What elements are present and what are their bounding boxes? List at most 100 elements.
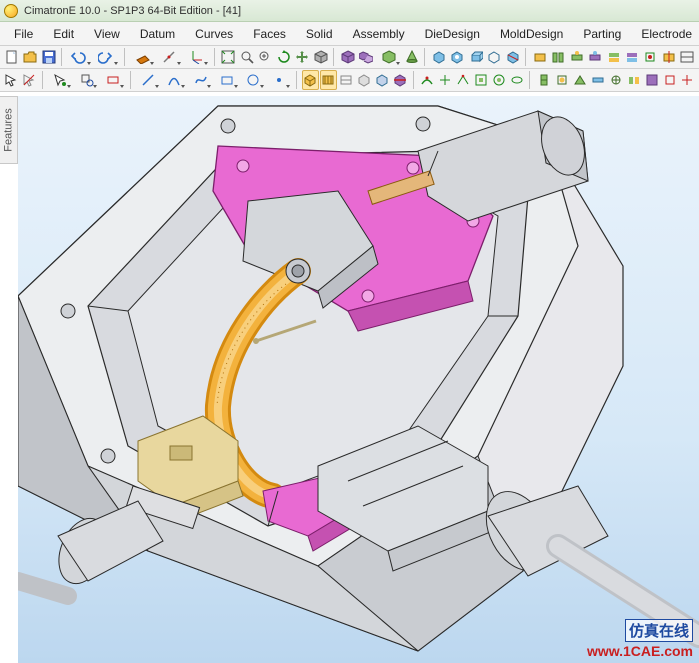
cube-solid-button[interactable]: [339, 47, 356, 67]
separator-icon: [130, 71, 132, 89]
box3-icon[interactable]: [467, 47, 484, 67]
elec-5-icon[interactable]: [607, 70, 624, 90]
menu-datum[interactable]: Datum: [130, 25, 185, 43]
new-file-button[interactable]: [3, 47, 20, 67]
features-panel-label: Features: [3, 108, 15, 151]
elec-8-icon[interactable]: [661, 70, 678, 90]
sketch-line-button[interactable]: [135, 70, 160, 90]
menu-solid[interactable]: Solid: [296, 25, 343, 43]
titlebar: CimatronE 10.0 - SP1P3 64-Bit Edition - …: [0, 0, 699, 22]
filter-1-button[interactable]: [48, 70, 73, 90]
separator-icon: [529, 71, 531, 89]
undo-button[interactable]: [67, 47, 93, 67]
display-trans-button[interactable]: [374, 70, 391, 90]
elec-4-icon[interactable]: [589, 70, 606, 90]
box4-icon[interactable]: [486, 47, 503, 67]
mold-7-icon[interactable]: [642, 47, 659, 67]
separator-icon: [424, 48, 426, 66]
mold-5-icon[interactable]: [605, 47, 622, 67]
mold-4-icon[interactable]: [587, 47, 604, 67]
menu-view[interactable]: View: [84, 25, 130, 43]
elec-3-icon[interactable]: [571, 70, 588, 90]
tool-a6-icon[interactable]: [508, 70, 525, 90]
elec-6-icon[interactable]: [625, 70, 642, 90]
pan-view-button[interactable]: [293, 47, 310, 67]
box2-icon[interactable]: [449, 47, 466, 67]
sketch-point-button[interactable]: [267, 70, 292, 90]
separator-icon: [525, 48, 527, 66]
mold-9-icon[interactable]: [679, 47, 696, 67]
filter-2-button[interactable]: [74, 70, 99, 90]
plane-button[interactable]: [130, 47, 156, 67]
display-wire-button[interactable]: [338, 70, 355, 90]
window-title: CimatronE 10.0 - SP1P3 64-Bit Edition - …: [24, 5, 241, 17]
elec-2-icon[interactable]: [553, 70, 570, 90]
zoom-extents-button[interactable]: [220, 47, 237, 67]
menu-molddesign[interactable]: MoldDesign: [490, 25, 573, 43]
cube-assembly-button[interactable]: [358, 47, 375, 67]
sketch-arc-button[interactable]: [162, 70, 187, 90]
box5-icon[interactable]: [504, 47, 521, 67]
sketch-spline-button[interactable]: [188, 70, 213, 90]
cursor-deselect-button[interactable]: [21, 70, 38, 90]
display-section-button[interactable]: [392, 70, 409, 90]
menubar: File Edit View Datum Curves Faces Solid …: [0, 22, 699, 46]
tool-a1-icon[interactable]: [419, 70, 436, 90]
menu-assembly[interactable]: Assembly: [343, 25, 415, 43]
box1-icon[interactable]: [430, 47, 447, 67]
features-panel-tab[interactable]: Features: [0, 96, 18, 164]
cube-part-button[interactable]: [376, 47, 402, 67]
menu-parting[interactable]: Parting: [573, 25, 631, 43]
mold-3-icon[interactable]: [568, 47, 585, 67]
display-shaded-button[interactable]: [302, 70, 319, 90]
model-viewport[interactable]: 仿真在线 www.1CAE.com: [18, 96, 699, 663]
mold-8-icon[interactable]: [660, 47, 677, 67]
toolbar-row-1: [0, 46, 699, 69]
mold-1-icon[interactable]: [531, 47, 548, 67]
ucs-button[interactable]: [184, 47, 210, 67]
filter-3-button[interactable]: [100, 70, 125, 90]
mold-2-icon[interactable]: [550, 47, 567, 67]
tool-a5-icon[interactable]: [490, 70, 507, 90]
view-cube-button[interactable]: [312, 47, 329, 67]
axis-button[interactable]: [157, 47, 183, 67]
separator-icon: [61, 48, 63, 66]
separator-icon: [214, 48, 216, 66]
zoom-window-button[interactable]: [238, 47, 255, 67]
menu-faces[interactable]: Faces: [243, 25, 296, 43]
cone-icon[interactable]: [403, 47, 420, 67]
separator-icon: [42, 71, 44, 89]
separator-icon: [413, 71, 415, 89]
app-icon: [4, 4, 18, 18]
rotate-view-button[interactable]: [275, 47, 292, 67]
watermark-text-1: 仿真在线: [625, 619, 693, 642]
sketch-rect-button[interactable]: [214, 70, 239, 90]
menu-curves[interactable]: Curves: [185, 25, 243, 43]
watermark: 仿真在线 www.1CAE.com: [587, 619, 693, 659]
open-file-button[interactable]: [21, 47, 38, 67]
menu-edit[interactable]: Edit: [43, 25, 84, 43]
save-button[interactable]: [40, 47, 57, 67]
tool-a3-icon[interactable]: [455, 70, 472, 90]
menu-electrode[interactable]: Electrode: [631, 25, 699, 43]
menu-file[interactable]: File: [4, 25, 43, 43]
cursor-select-button[interactable]: [3, 70, 20, 90]
mold-6-icon[interactable]: [623, 47, 640, 67]
tool-a2-icon[interactable]: [437, 70, 454, 90]
display-hidden-button[interactable]: [356, 70, 373, 90]
separator-icon: [124, 48, 126, 66]
zoom-in-out-button[interactable]: [257, 47, 274, 67]
toolbar-row-2: [0, 69, 699, 92]
watermark-text-2: www.1CAE.com: [587, 643, 693, 659]
menu-diedesign[interactable]: DieDesign: [415, 25, 490, 43]
sketch-circle-button[interactable]: [241, 70, 266, 90]
elec-9-icon[interactable]: [679, 70, 696, 90]
cad-model-render: [18, 96, 699, 663]
display-edges-button[interactable]: [320, 70, 337, 90]
elec-1-icon[interactable]: [535, 70, 552, 90]
elec-7-icon[interactable]: [643, 70, 660, 90]
separator-icon: [296, 71, 298, 89]
tool-a4-icon[interactable]: [473, 70, 490, 90]
redo-button[interactable]: [94, 47, 120, 67]
separator-icon: [333, 48, 335, 66]
